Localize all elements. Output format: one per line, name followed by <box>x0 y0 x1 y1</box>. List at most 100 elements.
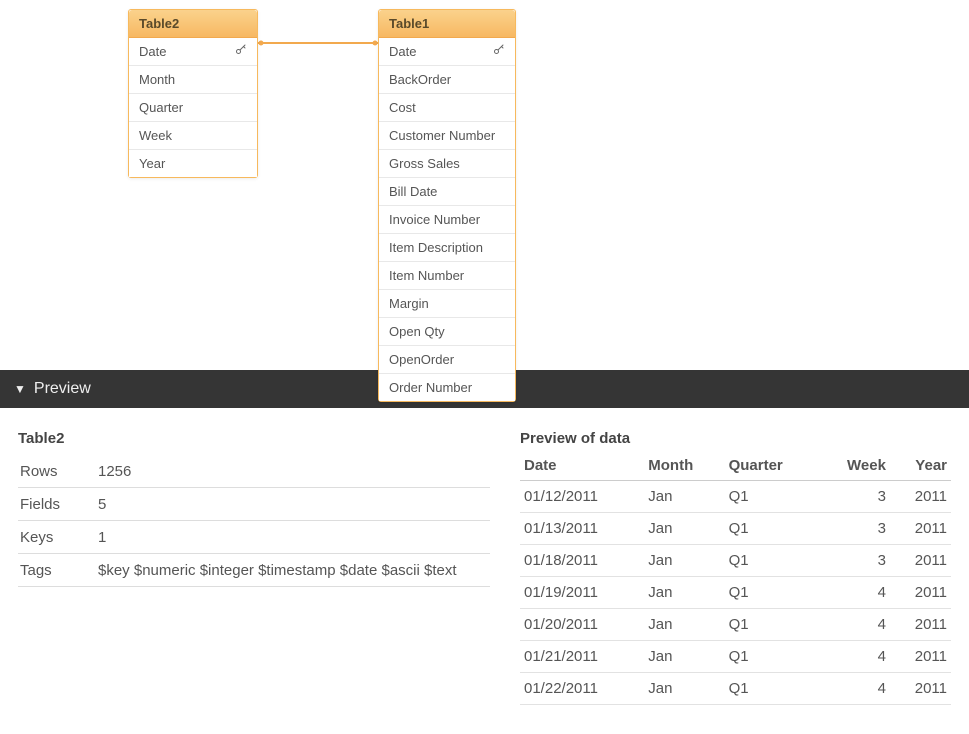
field-label: Cost <box>389 100 505 115</box>
table-cell: 01/13/2011 <box>520 513 644 545</box>
preview-title: Preview <box>34 380 91 398</box>
table-cell: Jan <box>644 481 724 513</box>
table-row[interactable]: 01/22/2011JanQ142011 <box>520 673 951 705</box>
table-cell: 2011 <box>890 673 951 705</box>
data-preview: Preview of data DateMonthQuarterWeekYear… <box>520 430 951 705</box>
metadata-row: Keys1 <box>18 521 490 554</box>
table-cell: Jan <box>644 673 724 705</box>
table-field[interactable]: Open Qty <box>379 318 515 346</box>
metadata-row: Rows1256 <box>18 455 490 488</box>
table-cell: Jan <box>644 641 724 673</box>
relationship-connector <box>258 40 378 46</box>
table-cell: Jan <box>644 577 724 609</box>
column-header[interactable]: Month <box>644 451 724 481</box>
table-cell: 01/18/2011 <box>520 545 644 577</box>
table-field[interactable]: Order Number <box>379 374 515 401</box>
field-label: Item Number <box>389 268 505 283</box>
table-node-table2[interactable]: Table2 Date Month Quarter Week Year <box>128 9 258 178</box>
table-cell: Q1 <box>725 577 819 609</box>
table-cell: 2011 <box>890 641 951 673</box>
table-cell: Q1 <box>725 545 819 577</box>
field-label: Order Number <box>389 380 505 395</box>
table-field[interactable]: Date <box>379 38 515 66</box>
metadata-value: $key $numeric $integer $timestamp $date … <box>98 562 488 579</box>
preview-panel-body: Table2 Rows1256Fields5Keys1Tags$key $num… <box>0 408 969 705</box>
table-row[interactable]: 01/19/2011JanQ142011 <box>520 577 951 609</box>
column-header[interactable]: Date <box>520 451 644 481</box>
key-icon <box>235 44 247 59</box>
table-cell: 4 <box>819 641 890 673</box>
metadata-value: 1 <box>98 529 488 546</box>
table-cell: 3 <box>819 481 890 513</box>
table-cell: 2011 <box>890 609 951 641</box>
table-node-table1[interactable]: Table1 Date BackOrder Cost Customer Number G… <box>378 9 516 402</box>
table-field[interactable]: Date <box>129 38 257 66</box>
metadata-key: Rows <box>20 463 98 480</box>
column-header[interactable]: Quarter <box>725 451 819 481</box>
data-model-canvas[interactable]: Table2 Date Month Quarter Week Year Table1 D… <box>0 0 969 370</box>
metadata-value: 5 <box>98 496 488 513</box>
table-cell: 2011 <box>890 513 951 545</box>
field-label: Margin <box>389 296 505 311</box>
table-row[interactable]: 01/21/2011JanQ142011 <box>520 641 951 673</box>
table-row[interactable]: 01/20/2011JanQ142011 <box>520 609 951 641</box>
table-field[interactable]: Quarter <box>129 94 257 122</box>
field-label: Week <box>139 128 247 143</box>
table-cell: Q1 <box>725 609 819 641</box>
table-node-header[interactable]: Table1 <box>379 10 515 38</box>
table-cell: 2011 <box>890 481 951 513</box>
table-field[interactable]: Week <box>129 122 257 150</box>
table-field[interactable]: BackOrder <box>379 66 515 94</box>
table-row[interactable]: 01/13/2011JanQ132011 <box>520 513 951 545</box>
data-preview-title: Preview of data <box>520 430 951 447</box>
table-field[interactable]: Bill Date <box>379 178 515 206</box>
table-cell: Jan <box>644 513 724 545</box>
field-label: OpenOrder <box>389 352 505 367</box>
table-row[interactable]: 01/12/2011JanQ132011 <box>520 481 951 513</box>
table-cell: Q1 <box>725 513 819 545</box>
metadata-key: Keys <box>20 529 98 546</box>
metadata-table-name: Table2 <box>18 430 490 447</box>
table-field[interactable]: Item Number <box>379 262 515 290</box>
table-cell: Q1 <box>725 641 819 673</box>
field-label: Date <box>389 44 487 59</box>
table-cell: 4 <box>819 673 890 705</box>
field-label: Customer Number <box>389 128 505 143</box>
field-label: Gross Sales <box>389 156 505 171</box>
table-node-header[interactable]: Table2 <box>129 10 257 38</box>
table-field[interactable]: Invoice Number <box>379 206 515 234</box>
table-cell: Jan <box>644 609 724 641</box>
table-row[interactable]: 01/18/2011JanQ132011 <box>520 545 951 577</box>
table-field[interactable]: Cost <box>379 94 515 122</box>
metadata-key: Tags <box>20 562 98 579</box>
table-cell: 3 <box>819 513 890 545</box>
field-label: Quarter <box>139 100 247 115</box>
column-header[interactable]: Year <box>890 451 951 481</box>
table-field[interactable]: Gross Sales <box>379 150 515 178</box>
table-field[interactable]: Margin <box>379 290 515 318</box>
table-cell: Q1 <box>725 673 819 705</box>
table-cell: 4 <box>819 609 890 641</box>
table-field[interactable]: Year <box>129 150 257 177</box>
metadata-key: Fields <box>20 496 98 513</box>
table-cell: 01/22/2011 <box>520 673 644 705</box>
field-label: BackOrder <box>389 72 505 87</box>
table-cell: 01/12/2011 <box>520 481 644 513</box>
metadata-row: Tags$key $numeric $integer $timestamp $d… <box>18 554 490 587</box>
column-header[interactable]: Week <box>819 451 890 481</box>
field-label: Date <box>139 44 229 59</box>
table-field[interactable]: Item Description <box>379 234 515 262</box>
table-field[interactable]: Month <box>129 66 257 94</box>
data-preview-table: DateMonthQuarterWeekYear 01/12/2011JanQ1… <box>520 451 951 705</box>
field-label: Month <box>139 72 247 87</box>
metadata-row: Fields5 <box>18 488 490 521</box>
collapse-triangle-icon: ▼ <box>14 382 26 396</box>
table-cell: 01/19/2011 <box>520 577 644 609</box>
field-label: Item Description <box>389 240 505 255</box>
metadata-value: 1256 <box>98 463 488 480</box>
field-label: Year <box>139 156 247 171</box>
table-field[interactable]: Customer Number <box>379 122 515 150</box>
table-field[interactable]: OpenOrder <box>379 346 515 374</box>
table-cell: 01/20/2011 <box>520 609 644 641</box>
table-cell: 3 <box>819 545 890 577</box>
